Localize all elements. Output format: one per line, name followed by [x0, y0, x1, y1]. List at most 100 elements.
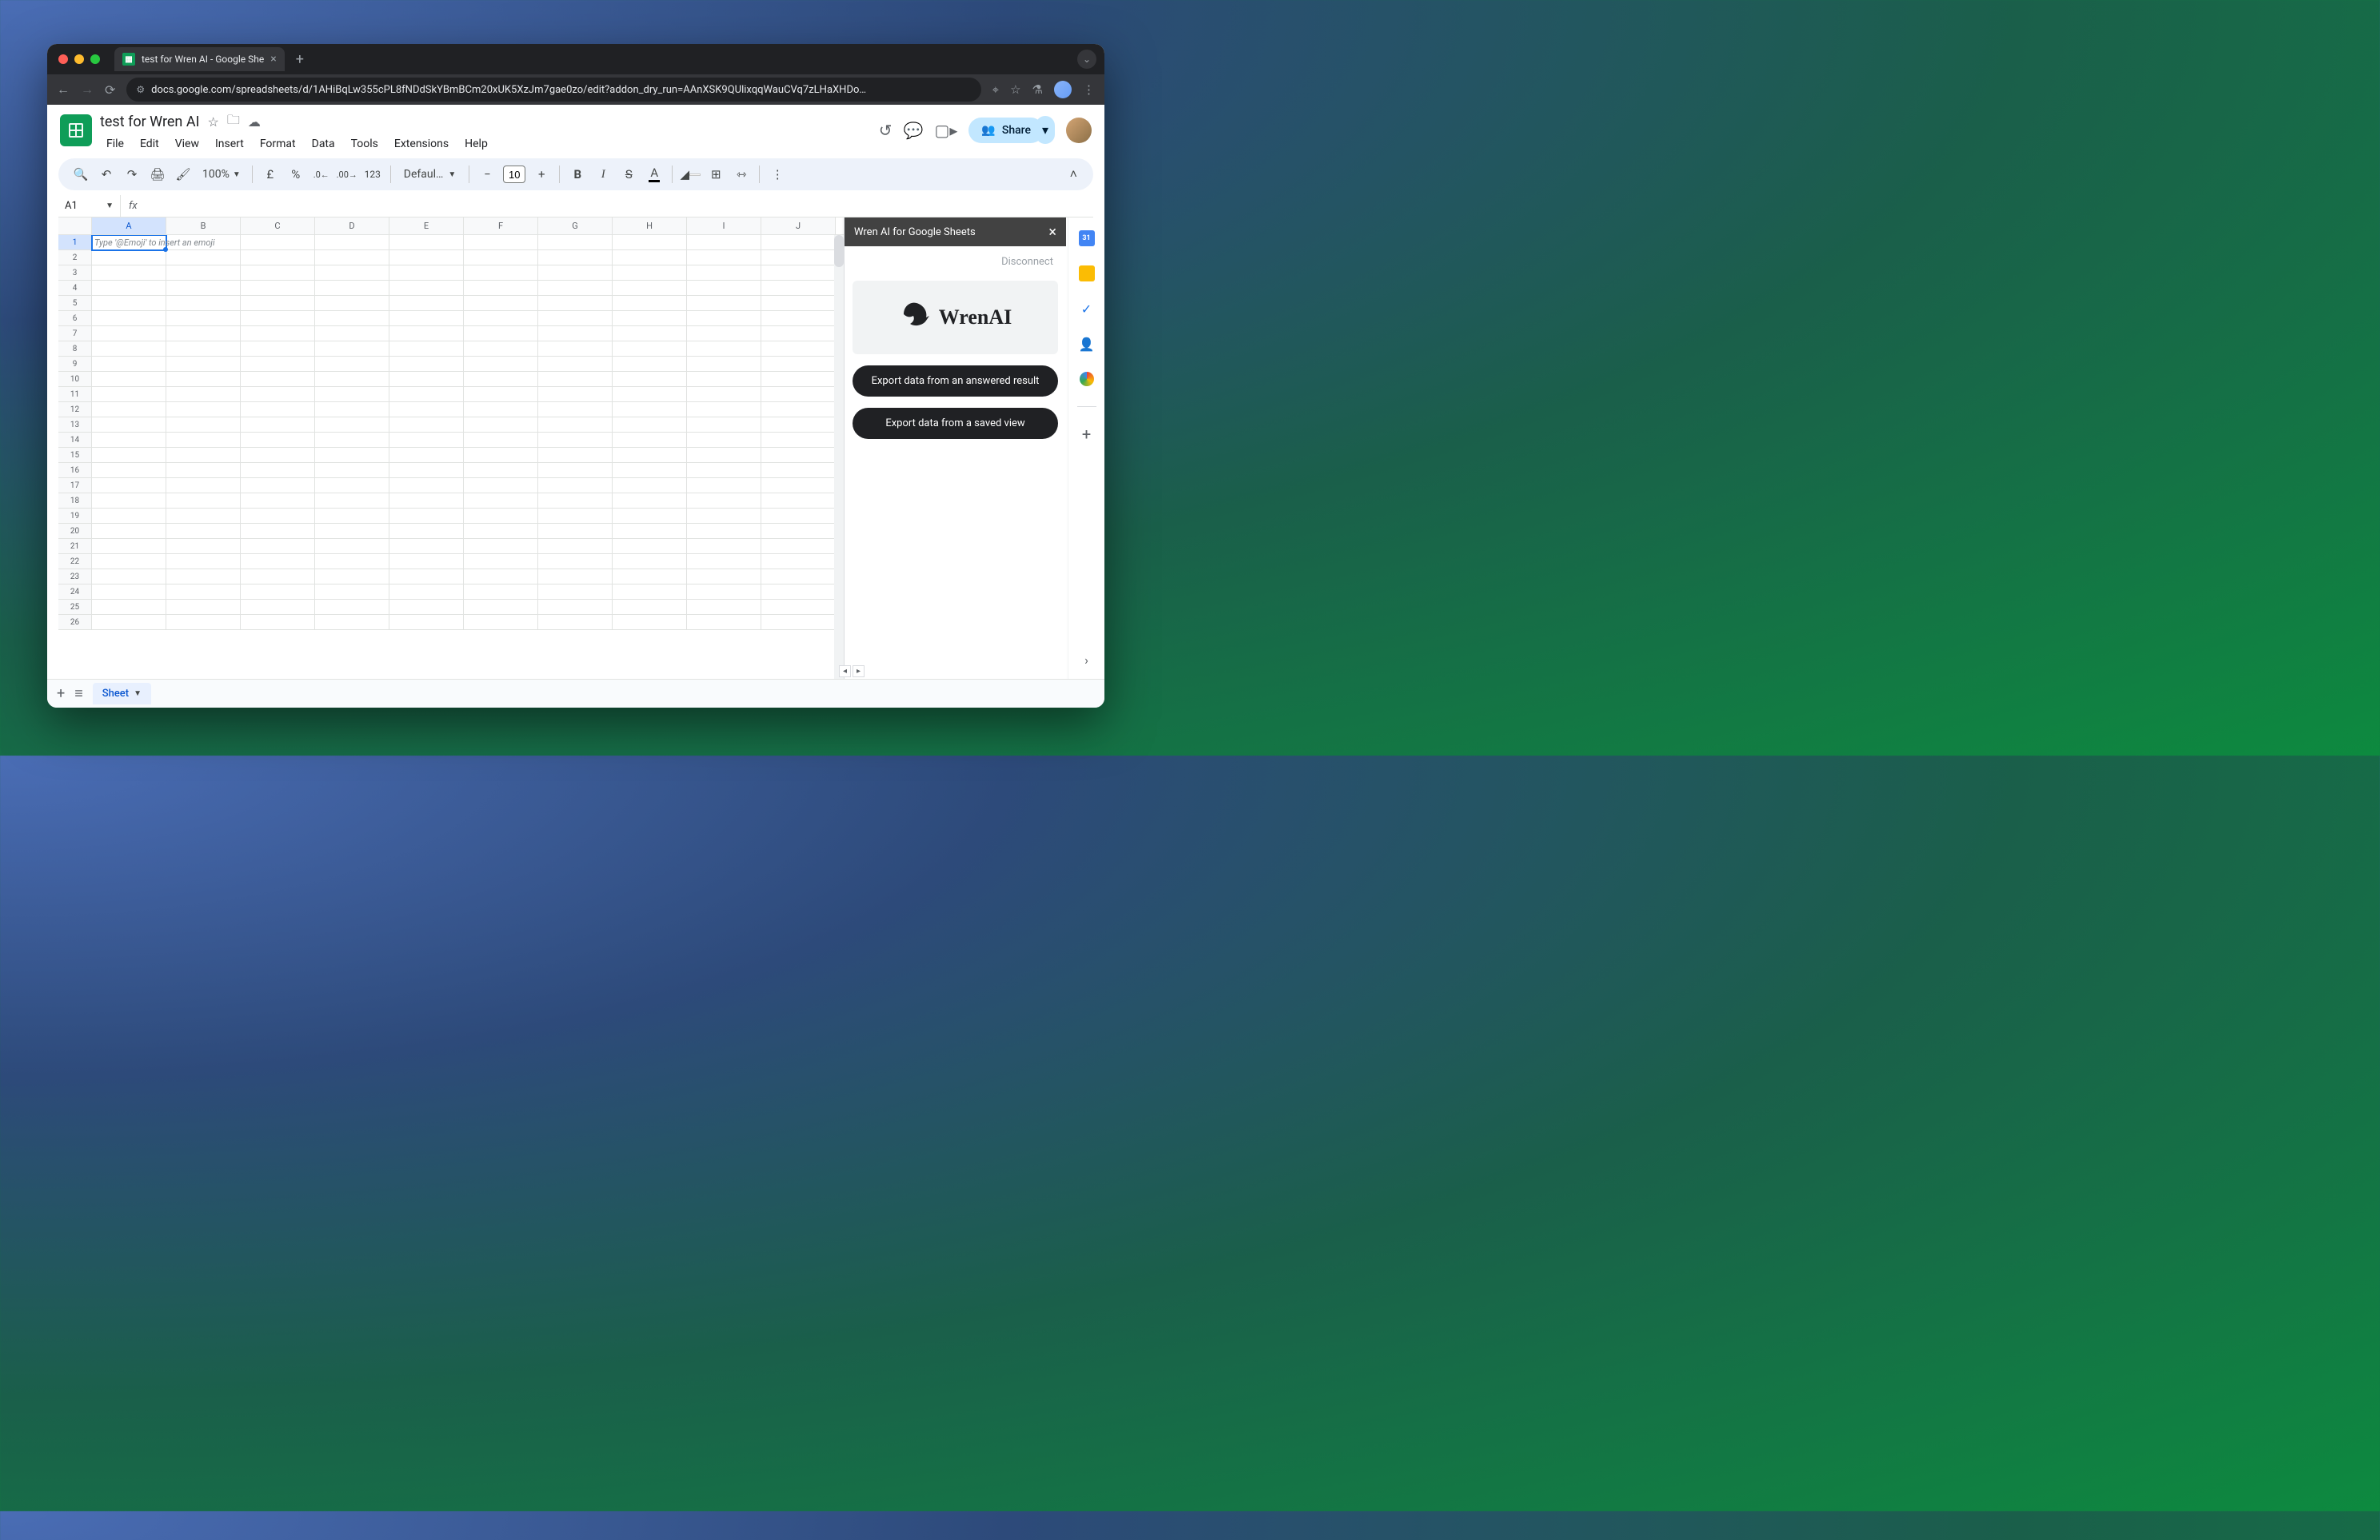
cell[interactable]	[687, 341, 761, 357]
cell[interactable]	[92, 433, 166, 448]
cell[interactable]	[538, 554, 613, 569]
cell[interactable]	[389, 554, 464, 569]
cell[interactable]	[538, 235, 613, 250]
cell[interactable]	[464, 402, 538, 417]
cell[interactable]	[538, 569, 613, 584]
cell[interactable]	[538, 463, 613, 478]
borders-icon[interactable]: ⊞	[705, 163, 727, 186]
cell[interactable]	[92, 524, 166, 539]
cell[interactable]	[613, 341, 687, 357]
cell[interactable]	[687, 433, 761, 448]
menu-data[interactable]: Data	[305, 134, 341, 154]
col-header-f[interactable]: F	[464, 217, 538, 234]
cell[interactable]	[92, 326, 166, 341]
hide-side-panel-icon[interactable]: ›	[1084, 652, 1088, 668]
cell[interactable]	[613, 569, 687, 584]
cell[interactable]	[613, 417, 687, 433]
cell[interactable]	[389, 357, 464, 372]
site-info-icon[interactable]: ⚙	[136, 84, 145, 95]
cell[interactable]	[464, 615, 538, 630]
cell[interactable]	[613, 584, 687, 600]
cell[interactable]	[315, 478, 389, 493]
comments-icon[interactable]: 💬	[904, 121, 924, 140]
cell[interactable]	[687, 554, 761, 569]
cell[interactable]	[241, 463, 315, 478]
cell[interactable]	[464, 341, 538, 357]
keep-icon[interactable]	[1079, 265, 1095, 281]
cell[interactable]	[389, 281, 464, 296]
row-header[interactable]: 22	[58, 554, 92, 569]
cell[interactable]	[92, 372, 166, 387]
menu-format[interactable]: Format	[254, 134, 302, 154]
cell[interactable]	[315, 311, 389, 326]
cell[interactable]	[315, 433, 389, 448]
cell[interactable]	[687, 402, 761, 417]
cell[interactable]	[241, 281, 315, 296]
cell[interactable]	[315, 493, 389, 509]
increase-decimal-icon[interactable]: .00→	[336, 163, 358, 186]
meet-icon[interactable]: ▢▸	[934, 121, 957, 140]
zoom-select[interactable]: 100% ▼	[198, 168, 246, 181]
labs-icon[interactable]: ⚗	[1032, 82, 1043, 97]
row-header[interactable]: 20	[58, 524, 92, 539]
move-icon[interactable]: 🗀	[227, 111, 240, 133]
document-title[interactable]: test for Wren AI	[100, 114, 199, 130]
cell[interactable]	[613, 554, 687, 569]
cell[interactable]	[166, 448, 241, 463]
cell[interactable]	[464, 387, 538, 402]
cell[interactable]	[389, 615, 464, 630]
cell[interactable]	[538, 372, 613, 387]
cell[interactable]	[166, 417, 241, 433]
cell[interactable]	[92, 265, 166, 281]
cell[interactable]	[92, 250, 166, 265]
paint-format-icon[interactable]: 🖌	[172, 163, 194, 186]
cell[interactable]	[241, 569, 315, 584]
row-header[interactable]: 14	[58, 433, 92, 448]
cell[interactable]	[166, 281, 241, 296]
cell[interactable]	[315, 417, 389, 433]
cell[interactable]	[241, 615, 315, 630]
text-color-icon[interactable]: A	[643, 163, 665, 186]
cell[interactable]	[389, 524, 464, 539]
cell[interactable]	[613, 326, 687, 341]
cell[interactable]	[92, 509, 166, 524]
cell[interactable]	[464, 569, 538, 584]
cell[interactable]	[389, 433, 464, 448]
scroll-right-icon[interactable]: ▸	[853, 665, 865, 677]
cell[interactable]	[315, 584, 389, 600]
cell[interactable]	[315, 281, 389, 296]
cell[interactable]	[464, 600, 538, 615]
cell[interactable]	[761, 448, 836, 463]
export-saved-view-button[interactable]: Export data from a saved view	[853, 408, 1058, 439]
cell[interactable]	[92, 281, 166, 296]
cell[interactable]	[389, 417, 464, 433]
cell[interactable]	[389, 235, 464, 250]
cell[interactable]	[538, 311, 613, 326]
row-header[interactable]: 10	[58, 372, 92, 387]
cell[interactable]	[613, 539, 687, 554]
minimize-window-icon[interactable]	[74, 54, 84, 64]
cell[interactable]	[613, 524, 687, 539]
cell[interactable]	[464, 524, 538, 539]
cell[interactable]	[166, 539, 241, 554]
lens-icon[interactable]: ⌖	[992, 82, 999, 97]
share-dropdown-icon[interactable]: ▾	[1036, 116, 1055, 144]
cell[interactable]	[315, 615, 389, 630]
back-icon[interactable]: ←	[57, 82, 70, 98]
cell[interactable]	[315, 357, 389, 372]
cell[interactable]	[761, 387, 836, 402]
cell[interactable]	[687, 372, 761, 387]
cell[interactable]	[389, 326, 464, 341]
cell[interactable]	[315, 539, 389, 554]
cell[interactable]	[166, 387, 241, 402]
cell[interactable]	[389, 387, 464, 402]
cell[interactable]	[613, 372, 687, 387]
cell[interactable]	[166, 478, 241, 493]
cell[interactable]	[241, 554, 315, 569]
cell[interactable]	[241, 250, 315, 265]
cell[interactable]	[464, 357, 538, 372]
browser-profile-avatar[interactable]	[1054, 81, 1072, 98]
cell[interactable]	[538, 524, 613, 539]
cell[interactable]	[389, 493, 464, 509]
cell[interactable]	[241, 326, 315, 341]
